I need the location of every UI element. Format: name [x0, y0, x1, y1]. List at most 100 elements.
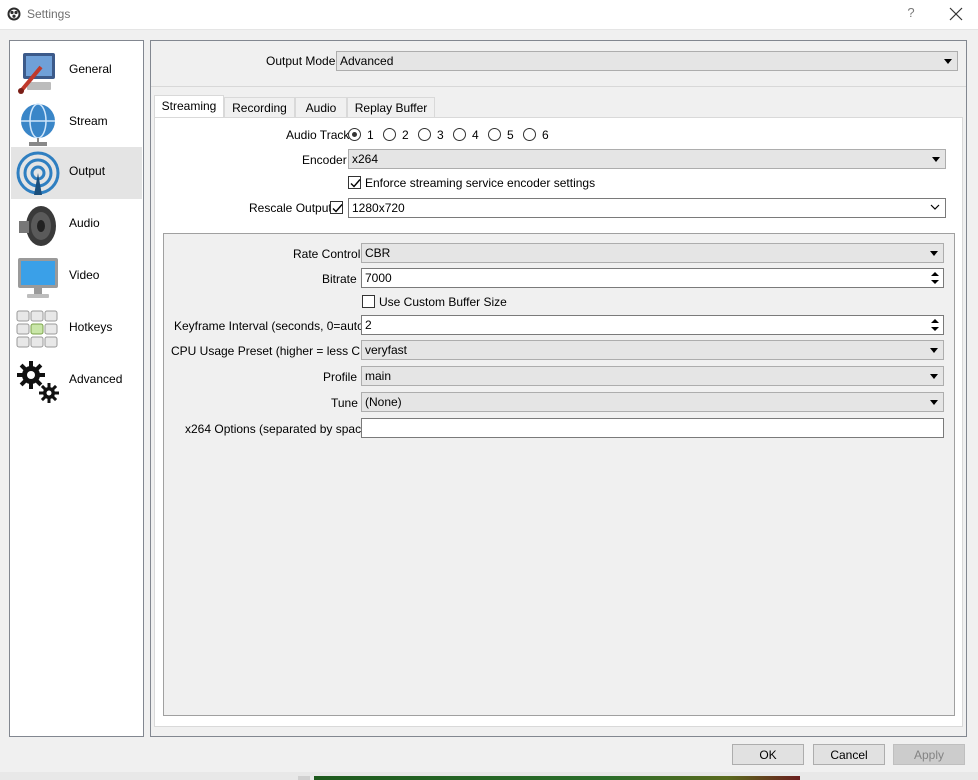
- background-strip-segment: [298, 776, 310, 780]
- cpu-preset-value: veryfast: [365, 343, 408, 357]
- chevron-down-icon: [944, 59, 952, 64]
- audio-track-radio-1[interactable]: [348, 128, 361, 141]
- sidebar-item-label: Hotkeys: [69, 320, 113, 334]
- tab-label: Streaming: [161, 99, 217, 113]
- chevron-down-icon: [932, 157, 940, 162]
- profile-label: Profile: [323, 370, 358, 384]
- encoder-value: x264: [352, 152, 379, 166]
- checkmark-icon: [350, 179, 361, 188]
- tune-select[interactable]: (None): [361, 392, 944, 412]
- sidebar-item-label: General: [69, 62, 112, 76]
- streaming-tab-panel: Audio Track 1 2 3 4 5 6 Encoder x264 Enf…: [154, 117, 963, 727]
- tab-replay-buffer[interactable]: Replay Buffer: [347, 97, 435, 117]
- cpu-preset-label: CPU Usage Preset (higher = less CPU): [171, 344, 381, 358]
- output-icon: [16, 151, 60, 195]
- profile-value: main: [365, 369, 392, 383]
- tab-audio[interactable]: Audio: [295, 97, 347, 117]
- enforce-encoder-checkbox[interactable]: [348, 176, 361, 189]
- spin-down-icon[interactable]: [928, 278, 942, 286]
- advanced-icon: [17, 361, 59, 403]
- audio-track-radio-label: 1: [367, 128, 374, 142]
- audio-track-radio-label: 3: [437, 128, 444, 142]
- chevron-down-icon: [930, 204, 940, 210]
- audio-track-radio-4[interactable]: [453, 128, 466, 141]
- rescale-output-label: Rescale Output: [249, 201, 332, 215]
- obs-logo-icon: [7, 7, 21, 21]
- custom-buffer-checkbox[interactable]: [362, 295, 375, 308]
- bitrate-label: Bitrate: [322, 272, 357, 286]
- encoder-label: Encoder: [302, 153, 347, 167]
- rate-control-select[interactable]: CBR: [361, 243, 944, 263]
- bitrate-input[interactable]: 7000: [361, 268, 944, 288]
- output-mode-select[interactable]: Advanced: [336, 51, 958, 71]
- tab-streaming[interactable]: Streaming: [154, 95, 224, 118]
- sidebar-item-label: Advanced: [69, 372, 123, 386]
- hotkeys-icon: [16, 310, 58, 348]
- bitrate-spinner[interactable]: [928, 270, 942, 286]
- general-icon: [18, 53, 55, 94]
- tune-value: (None): [365, 395, 402, 409]
- keyframe-interval-label: Keyframe Interval (seconds, 0=auto): [174, 319, 368, 333]
- cancel-button[interactable]: Cancel: [813, 744, 885, 765]
- stream-icon: [21, 103, 55, 146]
- audio-track-radio-5[interactable]: [488, 128, 501, 141]
- output-mode-label: Output Mode: [266, 54, 336, 68]
- keyframe-interval-value: 2: [365, 318, 372, 332]
- output-settings-panel: Output Mode Advanced Streaming Recording…: [150, 40, 967, 737]
- sidebar-item-audio[interactable]: Audio: [11, 199, 142, 251]
- rescale-resolution-select[interactable]: 1280x720: [348, 198, 946, 218]
- audio-track-label: Audio Track: [286, 128, 350, 142]
- audio-track-radio-label: 2: [402, 128, 409, 142]
- sidebar-item-output[interactable]: Output: [11, 147, 142, 199]
- keyframe-interval-input[interactable]: 2: [361, 315, 944, 335]
- audio-meter-bar: [314, 776, 800, 780]
- close-icon[interactable]: [946, 4, 966, 24]
- tab-label: Recording: [232, 101, 287, 115]
- apply-button[interactable]: Apply: [893, 744, 965, 765]
- window-title: Settings: [27, 7, 71, 21]
- video-icon: [18, 258, 58, 298]
- spin-down-icon[interactable]: [928, 325, 942, 333]
- rescale-resolution-value: 1280x720: [352, 201, 405, 215]
- sidebar-item-label: Stream: [69, 114, 108, 128]
- tab-label: Replay Buffer: [354, 101, 428, 115]
- custom-buffer-label: Use Custom Buffer Size: [379, 295, 507, 309]
- tune-label: Tune: [331, 396, 358, 410]
- encoder-select[interactable]: x264: [348, 149, 946, 169]
- spin-up-icon[interactable]: [928, 317, 942, 325]
- sidebar-item-stream[interactable]: Stream: [11, 97, 142, 149]
- output-mode-value: Advanced: [340, 54, 394, 68]
- chevron-down-icon: [930, 348, 938, 353]
- encoder-settings-group: Rate Control CBR Bitrate 7000 Use Custom…: [163, 233, 955, 716]
- tab-recording[interactable]: Recording: [224, 97, 295, 117]
- audio-icon: [19, 206, 56, 246]
- divider: [151, 86, 966, 87]
- cpu-preset-select[interactable]: veryfast: [361, 340, 944, 360]
- sidebar-item-advanced[interactable]: Advanced: [11, 355, 142, 407]
- title-bar: Settings ?: [0, 0, 978, 30]
- help-button[interactable]: ?: [903, 5, 919, 23]
- x264-options-input[interactable]: [361, 418, 944, 438]
- x264-options-label: x264 Options (separated by space): [185, 422, 372, 436]
- settings-sidebar: General Stream Output Audio Video Hotkey…: [9, 40, 144, 737]
- sidebar-item-hotkeys[interactable]: Hotkeys: [11, 303, 142, 355]
- sidebar-item-label: Audio: [69, 216, 100, 230]
- audio-track-radio-3[interactable]: [418, 128, 431, 141]
- audio-track-radio-2[interactable]: [383, 128, 396, 141]
- tab-label: Audio: [305, 101, 337, 115]
- chevron-down-icon: [930, 251, 938, 256]
- sidebar-item-label: Video: [69, 268, 100, 282]
- rate-control-label: Rate Control: [293, 247, 361, 261]
- rescale-output-checkbox[interactable]: [330, 201, 343, 214]
- ok-button[interactable]: OK: [732, 744, 804, 765]
- bitrate-value: 7000: [365, 271, 392, 285]
- spin-up-icon[interactable]: [928, 270, 942, 278]
- profile-select[interactable]: main: [361, 366, 944, 386]
- checkmark-icon: [332, 204, 343, 213]
- sidebar-item-general[interactable]: General: [11, 45, 142, 97]
- keyframe-spinner[interactable]: [928, 317, 942, 333]
- sidebar-item-video[interactable]: Video: [11, 251, 142, 303]
- chevron-down-icon: [930, 374, 938, 379]
- audio-track-radio-label: 6: [542, 128, 549, 142]
- audio-track-radio-6[interactable]: [523, 128, 536, 141]
